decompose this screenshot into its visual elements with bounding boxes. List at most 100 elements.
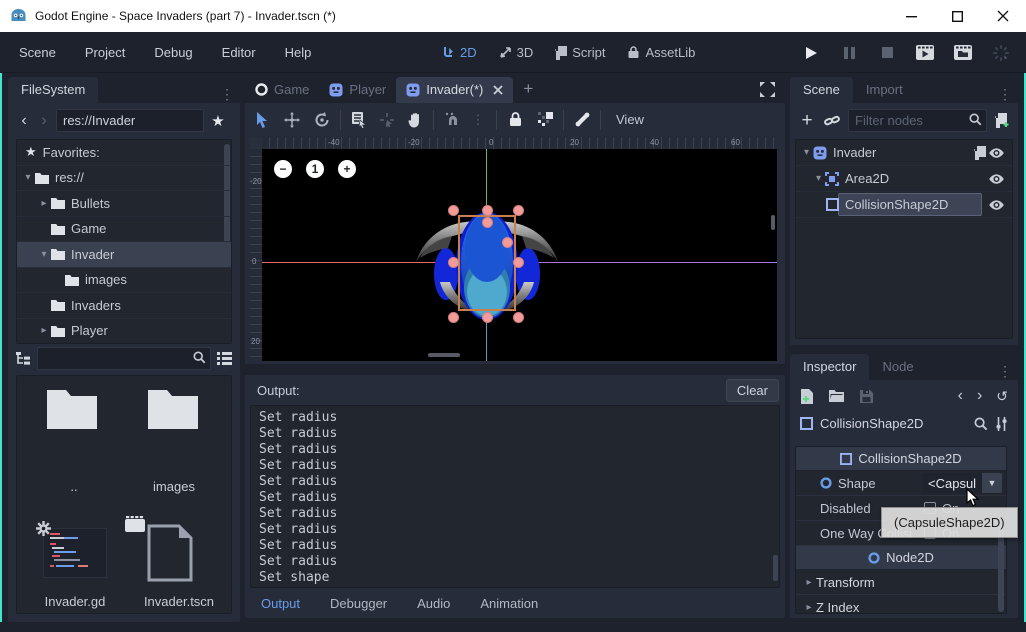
capsule-radius-handle[interactable] bbox=[502, 237, 513, 248]
workspace-2d[interactable]: 2D bbox=[438, 41, 481, 64]
output-scrollbar[interactable] bbox=[773, 555, 778, 581]
history-next-icon[interactable]: › bbox=[977, 387, 982, 405]
selection-handle[interactable] bbox=[448, 205, 459, 216]
skeleton-bone-icon[interactable] bbox=[571, 109, 593, 131]
section-node2d[interactable]: Node2D bbox=[796, 546, 1006, 570]
new-resource-icon[interactable] bbox=[800, 389, 813, 404]
viewport-vscrollbar[interactable] bbox=[771, 215, 775, 230]
search-properties-icon[interactable] bbox=[974, 417, 988, 431]
group-children-icon[interactable] bbox=[534, 109, 556, 131]
file-invader-tscn[interactable] bbox=[147, 524, 199, 584]
tab-scene[interactable]: Scene bbox=[790, 77, 853, 103]
viewport-hscrollbar[interactable] bbox=[428, 353, 460, 357]
property-tools-icon[interactable] bbox=[995, 417, 1008, 431]
load-resource-folder-icon[interactable] bbox=[829, 390, 844, 402]
list-view-toggle-icon[interactable] bbox=[217, 352, 232, 365]
chevron-right-icon[interactable]: ▸ bbox=[37, 198, 51, 209]
tree-item-invaders[interactable]: Invaders bbox=[17, 293, 231, 319]
select-tool-icon[interactable] bbox=[251, 109, 273, 131]
file-label[interactable]: images bbox=[124, 479, 224, 494]
selection-handle[interactable] bbox=[448, 312, 459, 323]
group-transform-row[interactable]: ▸ Transform bbox=[796, 570, 1006, 595]
move-tool-icon[interactable] bbox=[281, 109, 303, 131]
filter-nodes-input[interactable] bbox=[848, 109, 987, 132]
rotate-tool-icon[interactable] bbox=[311, 109, 333, 131]
smart-snap-icon[interactable] bbox=[441, 109, 463, 131]
favorite-star-icon[interactable]: ★ bbox=[208, 112, 228, 130]
selection-handle[interactable] bbox=[482, 312, 493, 323]
selection-handle[interactable] bbox=[448, 257, 459, 268]
canvas-content[interactable]: − 1 + bbox=[262, 149, 777, 361]
menu-debug[interactable]: Debug bbox=[144, 40, 202, 65]
section-collisionshape2d[interactable]: CollisionShape2D bbox=[796, 447, 1006, 471]
zoom-reset-button[interactable]: 1 bbox=[306, 160, 324, 178]
menu-help[interactable]: Help bbox=[275, 40, 322, 65]
scene-tab-game[interactable]: Game bbox=[245, 77, 319, 103]
output-log[interactable]: Set radius Set radius Set radius Set rad… bbox=[250, 405, 780, 588]
file-label[interactable]: Invader.tscn bbox=[124, 594, 234, 609]
tree-view-toggle-icon[interactable] bbox=[16, 352, 31, 366]
instance-scene-link-icon[interactable] bbox=[824, 114, 840, 128]
menu-scene[interactable]: Scene bbox=[9, 40, 66, 65]
inspector-dock-menu-icon[interactable]: ⋮ bbox=[992, 363, 1018, 380]
script-attached-icon[interactable] bbox=[974, 146, 986, 160]
new-scene-tab-button[interactable]: + bbox=[523, 79, 533, 99]
selection-handle[interactable] bbox=[513, 257, 524, 268]
visibility-eye-icon[interactable] bbox=[989, 148, 1004, 158]
chevron-right-icon[interactable]: ▸ bbox=[37, 325, 51, 336]
tab-inspector[interactable]: Inspector bbox=[790, 354, 869, 380]
tab-debugger[interactable]: Debugger bbox=[322, 592, 395, 615]
scene-node-area2d[interactable]: ▾ Area2D bbox=[796, 166, 1012, 192]
pivot-tool-icon[interactable] bbox=[376, 109, 398, 131]
tree-item-game[interactable]: Game bbox=[17, 217, 231, 243]
tree-item-images[interactable]: images bbox=[17, 268, 231, 294]
selection-handle[interactable] bbox=[513, 205, 524, 216]
scene-tab-invader[interactable]: Invader(*) bbox=[396, 77, 513, 103]
tree-item-player[interactable]: ▸ Player bbox=[17, 319, 231, 345]
tab-filesystem[interactable]: FileSystem bbox=[8, 77, 98, 103]
file-label[interactable]: Invader.gd bbox=[25, 594, 125, 609]
maximize-button[interactable] bbox=[934, 0, 980, 32]
snap-options-menu-icon[interactable]: ⋮ bbox=[467, 109, 489, 131]
chevron-down-icon[interactable]: ▾ bbox=[812, 173, 825, 184]
workspace-assetlib[interactable]: AssetLib bbox=[623, 41, 699, 64]
scene-tab-player[interactable]: Player bbox=[319, 77, 396, 103]
tab-import[interactable]: Import bbox=[853, 77, 916, 103]
clear-output-button[interactable]: Clear bbox=[726, 379, 779, 402]
distraction-free-icon[interactable] bbox=[760, 82, 775, 97]
selection-handle[interactable] bbox=[482, 205, 493, 216]
tree-item-invader[interactable]: ▾ Invader bbox=[17, 242, 231, 268]
menu-project[interactable]: Project bbox=[75, 40, 135, 65]
attach-script-icon[interactable] bbox=[995, 113, 1010, 129]
tree-item-res-root[interactable]: ▾ res:// bbox=[17, 166, 231, 192]
file-label[interactable]: .. bbox=[24, 479, 124, 494]
collision-shape-rect[interactable] bbox=[458, 215, 516, 311]
chevron-down-icon[interactable]: ▾ bbox=[800, 147, 813, 158]
lock-object-icon[interactable] bbox=[504, 109, 526, 131]
pan-tool-icon[interactable] bbox=[404, 109, 426, 131]
scene-node-collisionshape2d[interactable]: CollisionShape2D bbox=[796, 192, 1012, 218]
menu-editor[interactable]: Editor bbox=[212, 40, 266, 65]
filesystem-dock-menu-icon[interactable]: ⋮ bbox=[214, 86, 240, 103]
play-button[interactable] bbox=[800, 42, 822, 64]
play-custom-scene-button[interactable] bbox=[952, 42, 974, 64]
view-menu[interactable]: View bbox=[608, 112, 652, 127]
minimize-button[interactable] bbox=[888, 0, 934, 32]
tab-audio[interactable]: Audio bbox=[409, 592, 458, 615]
history-prev-icon[interactable]: ‹ bbox=[958, 387, 963, 405]
file-invader-gd[interactable] bbox=[43, 522, 107, 586]
scene-node-invader[interactable]: ▾ Invader bbox=[796, 140, 1012, 166]
visibility-eye-icon[interactable] bbox=[989, 174, 1004, 184]
workspace-script[interactable]: Script bbox=[551, 41, 609, 64]
visibility-eye-icon[interactable] bbox=[989, 200, 1004, 210]
close-tab-icon[interactable] bbox=[493, 85, 503, 95]
history-forward-icon[interactable]: › bbox=[36, 112, 52, 130]
tab-node[interactable]: Node bbox=[869, 354, 926, 380]
folder-up-icon[interactable] bbox=[44, 387, 100, 433]
chevron-down-icon[interactable]: ▾ bbox=[21, 172, 35, 183]
tab-animation[interactable]: Animation bbox=[472, 592, 546, 615]
group-zindex-row[interactable]: ▸ Z Index bbox=[796, 595, 1006, 614]
filesystem-search-input[interactable] bbox=[37, 347, 211, 370]
chevron-down-icon[interactable]: ▾ bbox=[37, 249, 51, 260]
capsule-height-handle[interactable] bbox=[482, 217, 493, 228]
